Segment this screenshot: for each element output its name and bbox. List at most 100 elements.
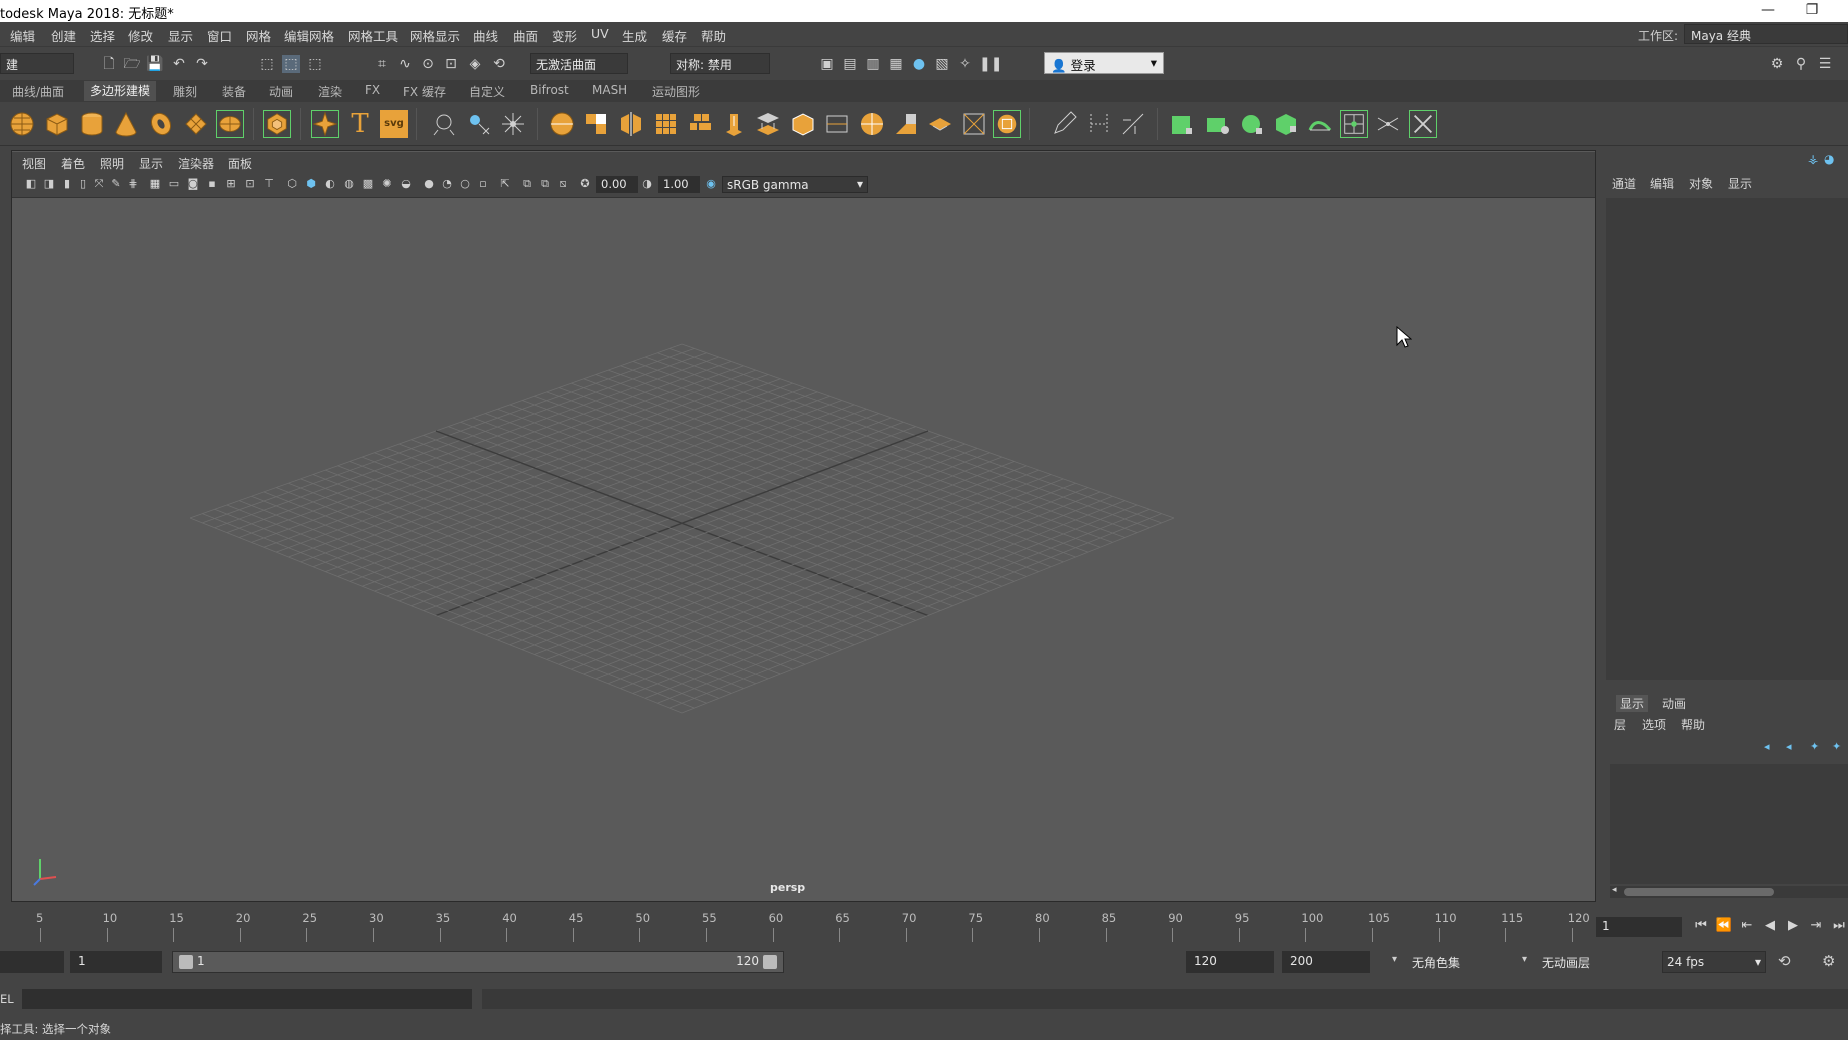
- ipr-render-icon[interactable]: ▥: [864, 55, 882, 73]
- poly-plane-icon[interactable]: [182, 110, 210, 138]
- end-time-field[interactable]: 120: [1186, 951, 1274, 973]
- append-polygon-icon[interactable]: [892, 110, 920, 138]
- platonic-solid-icon[interactable]: [263, 110, 291, 138]
- safe-action-icon[interactable]: ⊡: [243, 177, 257, 191]
- snap-view-icon[interactable]: ⊡: [442, 55, 460, 73]
- uv-unfold-icon[interactable]: [1306, 110, 1334, 138]
- menu-set-dropdown[interactable]: 建: [0, 53, 74, 74]
- wireframe-icon[interactable]: ⬡: [285, 177, 299, 191]
- poly-torus-icon[interactable]: [147, 110, 175, 138]
- reduce-icon[interactable]: [686, 110, 714, 138]
- select-component-icon[interactable]: ⬚: [306, 55, 324, 73]
- layer-menu-help[interactable]: 帮助: [1681, 716, 1705, 733]
- menu-surfaces[interactable]: 曲面: [513, 26, 538, 45]
- play-forward-icon[interactable]: ▶: [1784, 917, 1802, 935]
- tab-channels[interactable]: 通道: [1612, 175, 1636, 192]
- sculpt-lasso-icon[interactable]: [430, 110, 458, 138]
- super-shape-icon[interactable]: [311, 110, 339, 138]
- cut-uv-edges-icon[interactable]: [1374, 110, 1402, 138]
- shelf-tab-sculpting[interactable]: 雕刻: [173, 83, 197, 100]
- poly-cube-icon[interactable]: [43, 110, 71, 138]
- uv-spherical-icon[interactable]: [1238, 110, 1266, 138]
- anim-end-field[interactable]: 200: [1282, 951, 1370, 973]
- smooth-shade-icon[interactable]: ⬢: [304, 177, 318, 191]
- range-end-handle[interactable]: [763, 955, 777, 969]
- poly-sphere-icon[interactable]: [8, 110, 36, 138]
- render-frame-icon[interactable]: ▤: [841, 55, 859, 73]
- shelf-tab-custom[interactable]: 自定义: [469, 83, 505, 100]
- tab-object[interactable]: 对象: [1689, 175, 1713, 192]
- scroll-left-icon[interactable]: ◂: [1612, 885, 1617, 895]
- screen-space-ao-icon[interactable]: ●: [422, 177, 436, 191]
- workspace-select[interactable]: Maya 经典: [1684, 24, 1848, 44]
- fps-select[interactable]: 24 fps ▾: [1662, 951, 1766, 973]
- default-material-icon[interactable]: ◐: [323, 177, 337, 191]
- multi-cut-icon[interactable]: [823, 110, 851, 138]
- isolate-select-icon[interactable]: ⇱: [498, 177, 512, 191]
- move-layer-down-icon[interactable]: ◂: [1786, 740, 1792, 753]
- poly-cone-icon[interactable]: [112, 110, 140, 138]
- svg-tool-icon[interactable]: svg: [380, 110, 408, 138]
- layer-scrollbar[interactable]: ◂: [1610, 885, 1848, 898]
- snap-point-icon[interactable]: ⊙: [419, 55, 437, 73]
- layer-menu-options[interactable]: 选项: [1642, 716, 1666, 733]
- move-layer-up-icon[interactable]: ◂: [1764, 740, 1770, 753]
- range-start-handle[interactable]: [179, 955, 193, 969]
- select-hierarchy-icon[interactable]: ⬚: [258, 55, 276, 73]
- shelf-tab-fx-caching[interactable]: FX 缓存: [403, 83, 446, 100]
- vp-menu-view[interactable]: 视图: [22, 155, 46, 172]
- tab-display-layers[interactable]: 显示: [1616, 695, 1649, 712]
- smooth-icon[interactable]: [652, 110, 680, 138]
- shadows-icon[interactable]: ◒: [399, 177, 413, 191]
- login-dropdown[interactable]: 👤 登录 ▾: [1044, 52, 1164, 74]
- vp-menu-panels[interactable]: 面板: [228, 155, 252, 172]
- new-layer-selected-icon[interactable]: ✦: [1832, 740, 1841, 753]
- xray-active-icon[interactable]: ⧉: [538, 177, 552, 191]
- separate-icon[interactable]: [582, 110, 610, 138]
- image-plane-icon[interactable]: ▯: [76, 177, 90, 191]
- range-bar[interactable]: 1 120: [172, 951, 784, 973]
- menu-mesh-display[interactable]: 网格显示: [410, 26, 460, 45]
- snap-grid-icon[interactable]: ⌗: [373, 55, 391, 73]
- sculpt-brush-icon[interactable]: [993, 110, 1021, 138]
- tool-settings-icon[interactable]: ☰: [1816, 55, 1834, 73]
- channel-box-icon[interactable]: ⚶: [1808, 152, 1818, 166]
- render-view-icon[interactable]: ▣: [818, 55, 836, 73]
- menu-help[interactable]: 帮助: [701, 26, 726, 45]
- preferences-icon[interactable]: ⚙: [1822, 952, 1835, 970]
- channel-box[interactable]: [1606, 198, 1848, 680]
- grease-pencil-icon[interactable]: ✎: [109, 177, 123, 191]
- undo-icon[interactable]: ↶: [170, 55, 188, 73]
- vp-menu-renderer[interactable]: 渲染器: [178, 155, 214, 172]
- shelf-tab-mash[interactable]: MASH: [592, 83, 627, 97]
- new-scene-icon[interactable]: 🗋: [100, 55, 118, 73]
- uv-editor-icon[interactable]: [1340, 110, 1368, 138]
- bevel-icon[interactable]: [789, 110, 817, 138]
- sew-uv-edges-icon[interactable]: [1409, 110, 1437, 138]
- exposure-field[interactable]: 0.00: [596, 176, 638, 193]
- fill-hole-icon[interactable]: [926, 110, 954, 138]
- resolution-gate-icon[interactable]: ◙: [186, 177, 200, 191]
- menu-uv[interactable]: UV: [591, 26, 609, 41]
- target-weld-icon[interactable]: [960, 110, 988, 138]
- render-setup-icon[interactable]: ▧: [933, 55, 951, 73]
- chevron-down-icon[interactable]: ▾: [1392, 954, 1397, 965]
- attribute-editor-icon[interactable]: ⚲: [1792, 55, 1810, 73]
- menu-windows[interactable]: 窗口: [207, 26, 232, 45]
- fit-all-icon[interactable]: ⧅: [556, 177, 570, 191]
- color-management-icon[interactable]: ◉: [704, 177, 718, 191]
- panel-divider[interactable]: [1606, 680, 1848, 692]
- shelf-tab-rendering[interactable]: 渲染: [318, 83, 342, 100]
- exposure-icon[interactable]: ✪: [578, 177, 592, 191]
- viewport-canvas[interactable]: [12, 198, 1595, 901]
- chevron-down-icon[interactable]: ▾: [1522, 954, 1527, 965]
- motion-blur-icon[interactable]: ◔: [440, 177, 454, 191]
- uv-planar-icon[interactable]: [1168, 110, 1196, 138]
- camera-attributes-icon[interactable]: ◨: [42, 177, 56, 191]
- redo-icon[interactable]: ↷: [193, 55, 211, 73]
- layer-list[interactable]: [1610, 764, 1848, 884]
- shelf-tab-curves[interactable]: 曲线/曲面: [12, 83, 64, 100]
- insert-edge-loop-icon[interactable]: [858, 110, 886, 138]
- bridge-icon[interactable]: [754, 110, 782, 138]
- type-tool-icon[interactable]: T: [346, 110, 374, 138]
